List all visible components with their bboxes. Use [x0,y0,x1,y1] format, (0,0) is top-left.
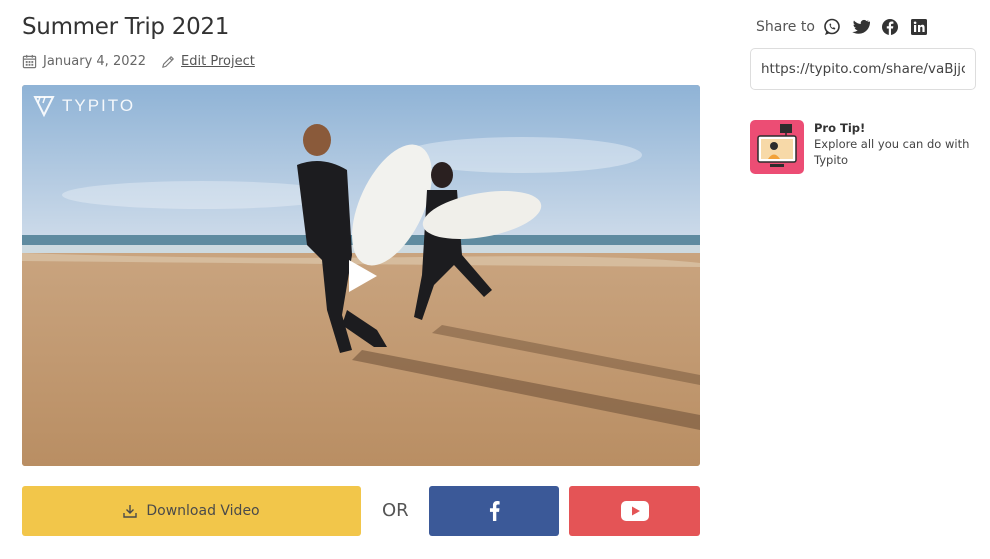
typito-logo: TYPITO [32,94,135,118]
youtube-icon [620,501,649,521]
twitter-icon[interactable] [851,18,870,36]
download-icon [123,505,138,518]
share-facebook-button[interactable] [429,486,559,536]
download-video-label: Download Video [146,503,260,519]
or-separator: OR [382,500,409,521]
share-url-field[interactable] [750,48,976,90]
play-icon[interactable] [347,258,379,294]
pro-tip-heading: Pro Tip! [814,121,866,135]
share-label: Share to [756,19,815,35]
pro-tip-card[interactable]: Pro Tip! Explore all you can do with Typ… [750,120,974,174]
download-video-button[interactable]: Download Video [22,486,361,536]
linkedin-icon[interactable] [910,18,928,36]
share-bar: Share to [756,18,928,36]
pro-tip-body: Explore all you can do with Typito [814,137,970,167]
whatsapp-icon[interactable] [823,18,841,36]
typito-logo-text: TYPITO [62,96,136,115]
pencil-icon[interactable] [161,55,175,69]
share-youtube-button[interactable] [569,486,700,536]
pro-tip-illustration [757,124,797,167]
project-date: January 4, 2022 [43,54,147,69]
edit-project-link[interactable]: Edit Project [181,54,255,69]
video-player[interactable]: TYPITO [22,85,700,466]
project-meta: January 4, 2022 Edit Project [22,54,255,69]
facebook-circle-icon[interactable] [881,18,899,36]
facebook-icon [489,501,500,521]
pro-tip-text: Pro Tip! Explore all you can do with Typ… [814,120,974,174]
typito-logo-icon [33,96,55,118]
page-title: Summer Trip 2021 [22,14,230,40]
pro-tip-thumbnail [750,120,804,174]
calendar-icon [22,54,37,69]
